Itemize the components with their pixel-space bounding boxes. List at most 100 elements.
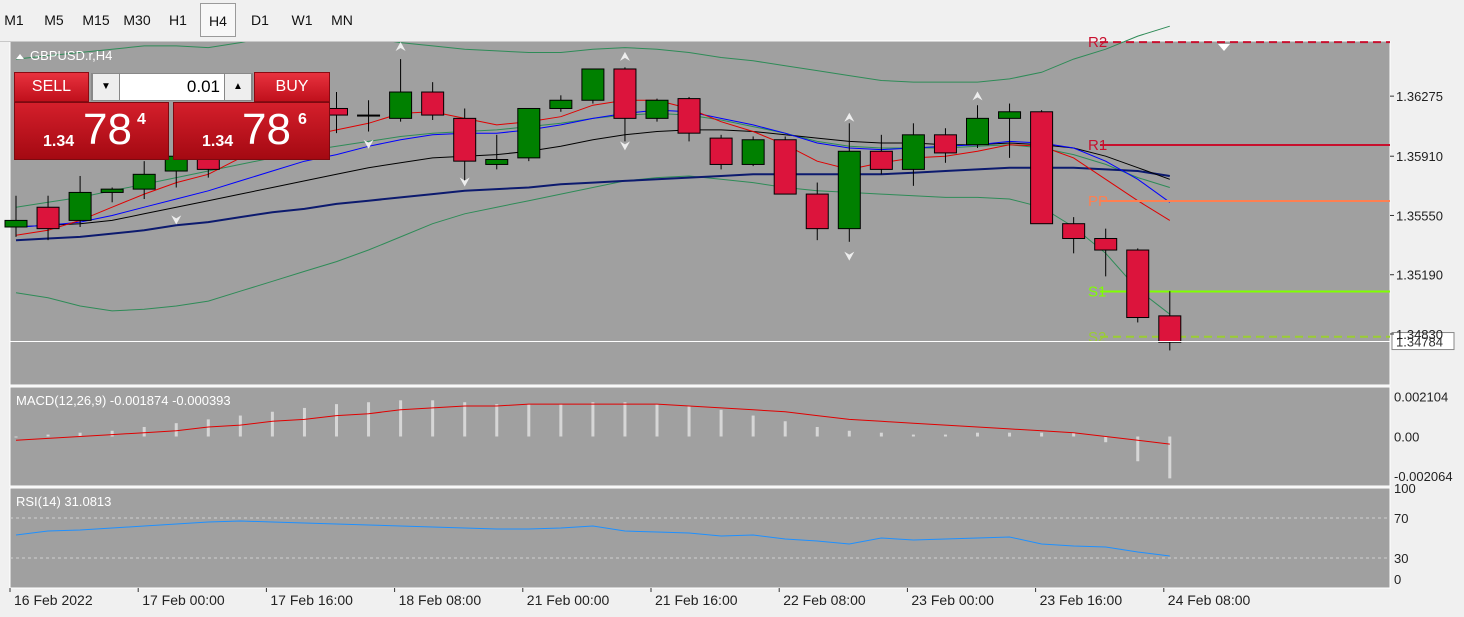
lot-increase-button[interactable]: ▲ xyxy=(224,73,252,101)
pivot-label-r1: R1 xyxy=(1088,137,1107,154)
candle-body xyxy=(709,137,733,165)
macd-histogram-bar xyxy=(238,415,242,437)
candle-body xyxy=(773,139,797,195)
lot-size-control: ▼ 0.01 ▲ xyxy=(91,73,253,101)
rsi-y-tick-label: 70 xyxy=(1394,511,1408,526)
pivot-label-pp: PP xyxy=(1088,193,1108,210)
sell-price-pips: 78 xyxy=(83,105,132,154)
timeframe-w1-button[interactable]: W1 xyxy=(286,3,318,37)
candle-body xyxy=(901,134,925,170)
candle-body xyxy=(421,91,445,116)
y-tick-label: 1.34830 xyxy=(1396,327,1443,342)
pivot-label-s1: S1 xyxy=(1088,284,1106,301)
x-tick-label: 23 Feb 00:00 xyxy=(911,592,994,608)
macd-histogram-bar xyxy=(879,432,883,437)
candle-body xyxy=(132,173,156,190)
x-tick-label: 18 Feb 08:00 xyxy=(399,592,482,608)
y-tick-label: 1.36275 xyxy=(1396,89,1443,104)
macd-histogram-bar xyxy=(559,404,563,437)
candle-body xyxy=(933,134,957,154)
macd-histogram-bar xyxy=(302,407,306,437)
candle-body xyxy=(741,139,765,165)
candle-body xyxy=(517,107,541,159)
timeframe-h4-button[interactable]: H4 xyxy=(200,3,236,37)
candle-body xyxy=(837,150,861,230)
y-tick-label: 1.35550 xyxy=(1396,208,1443,223)
pivot-label-s2: S2 xyxy=(1088,329,1106,346)
sell-price-prefix: 1.34 xyxy=(43,133,75,150)
macd-histogram-bar xyxy=(911,434,915,437)
macd-histogram-bar xyxy=(527,404,531,437)
macd-histogram-bar xyxy=(943,434,947,437)
timeframe-mn-button[interactable]: MN xyxy=(326,3,358,37)
x-tick-label: 21 Feb 00:00 xyxy=(527,592,610,608)
lot-size-input[interactable]: 0.01 xyxy=(128,75,220,99)
macd-histogram-bar xyxy=(335,404,338,437)
timeframe-m30-button[interactable]: M30 xyxy=(119,3,155,37)
x-tick-label: 23 Feb 16:00 xyxy=(1040,592,1123,608)
macd-histogram-bar xyxy=(367,402,371,437)
candle-body xyxy=(36,206,60,230)
candle-body xyxy=(1062,223,1086,240)
x-tick-label: 16 Feb 2022 xyxy=(14,592,93,608)
macd-histogram-bar xyxy=(14,436,18,438)
timeframe-m1-button[interactable]: M1 xyxy=(0,3,28,37)
candle-body xyxy=(1030,111,1054,225)
macd-y-tick-label: 0.00 xyxy=(1394,430,1419,445)
timeframe-m15-button[interactable]: M15 xyxy=(78,3,114,37)
macd-histogram-bar xyxy=(1008,432,1012,437)
buy-button[interactable]: BUY xyxy=(254,72,330,102)
rsi-y-tick-label: 30 xyxy=(1394,551,1408,566)
timeframe-m5-button[interactable]: M5 xyxy=(38,3,70,37)
macd-title: MACD(12,26,9) -0.001874 -0.000393 xyxy=(16,393,231,408)
y-tick-label: 1.35910 xyxy=(1396,149,1443,164)
macd-histogram-bar xyxy=(623,402,627,437)
macd-histogram-bar xyxy=(463,402,467,437)
candle-body xyxy=(1126,249,1150,319)
macd-histogram-bar xyxy=(110,430,114,437)
macd-histogram-bar xyxy=(174,423,178,437)
x-tick-label: 24 Feb 08:00 xyxy=(1168,592,1251,608)
candle-body xyxy=(100,188,124,193)
candle-body xyxy=(453,117,477,162)
macd-histogram-bar xyxy=(1104,436,1108,443)
lot-decrease-button[interactable]: ▼ xyxy=(92,73,120,101)
y-tick-label: 1.35190 xyxy=(1396,268,1443,283)
macd-histogram-bar xyxy=(399,400,403,437)
candle-body xyxy=(1158,315,1182,343)
macd-histogram-bar xyxy=(78,432,82,437)
macd-histogram-bar xyxy=(495,404,499,437)
timeframe-h1-button[interactable]: H1 xyxy=(163,3,193,37)
rsi-y-tick-label: 0 xyxy=(1394,572,1401,587)
sell-price-fraction: 4 xyxy=(137,111,146,128)
pane-2-background xyxy=(9,487,1391,589)
candle-body xyxy=(389,91,413,119)
sell-button[interactable]: SELL xyxy=(14,72,89,102)
candle-body xyxy=(869,150,893,170)
pivot-label-r2: R2 xyxy=(1088,34,1107,51)
macd-histogram-bar xyxy=(751,415,755,437)
candle-body xyxy=(549,99,573,109)
x-tick-label: 21 Feb 16:00 xyxy=(655,592,738,608)
macd-y-tick-label: 0.002104 xyxy=(1394,389,1448,404)
macd-histogram-bar xyxy=(206,419,210,437)
rsi-y-tick-label: 100 xyxy=(1394,481,1416,496)
x-tick-label: 17 Feb 16:00 xyxy=(270,592,353,608)
symbol-title: GBPUSD.r,H4 xyxy=(30,48,112,63)
candle-body xyxy=(581,68,605,101)
candle-body xyxy=(613,68,637,119)
macd-histogram-bar xyxy=(655,404,659,437)
sell-price[interactable]: 1.34 78 4 xyxy=(14,102,169,160)
macd-histogram-bar xyxy=(591,402,595,437)
buy-price-pips: 78 xyxy=(242,105,291,154)
macd-histogram-bar xyxy=(46,434,50,437)
macd-histogram-bar xyxy=(1040,432,1044,437)
macd-histogram-bar xyxy=(1168,436,1172,479)
timeframe-d1-button[interactable]: D1 xyxy=(244,3,276,37)
macd-histogram-bar xyxy=(719,409,723,437)
buy-price[interactable]: 1.34 78 6 xyxy=(173,102,330,160)
macd-histogram-bar xyxy=(847,430,851,437)
macd-histogram-bar xyxy=(431,400,435,437)
one-click-trading-panel: SELL ▼ 0.01 ▲ BUY 1.34 78 4 1.34 78 6 xyxy=(14,72,330,160)
candle-body xyxy=(645,99,669,119)
